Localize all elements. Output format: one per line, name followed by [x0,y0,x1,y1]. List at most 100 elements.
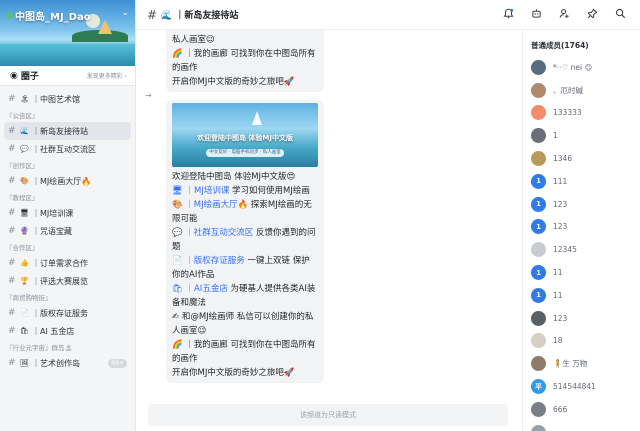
circle-icon: ◉ [10,70,18,81]
banner-boat [98,20,112,34]
channel-item[interactable]: # 🖼 ｜艺术创作岛 99+ [0,354,135,372]
message-line: 开启你MJ中文版的奇妙之旅吧🚀 [172,368,295,378]
channel-emoji-icon: 🌊 [20,127,29,135]
channel-link[interactable]: 💬 ｜社群互动交流区 [172,228,253,238]
server-name[interactable]: 中图岛_MJ_Dao [6,8,91,23]
channel-header: # 🌊 ｜新岛友接待站 [137,0,640,30]
member-item[interactable]: *··♡ nei 😊 [523,56,640,79]
channel-item[interactable]: # 💬 ｜社群互动交流区 [0,140,135,158]
channel-label: ｜AI 五金店 [32,326,75,336]
member-item[interactable]: 666 [523,398,640,421]
channel-item[interactable]: # 🏝 ｜中图艺术馆 [0,90,135,108]
member-name: 1346 [553,154,573,164]
channel-category[interactable]: 『创作区』 [0,158,135,172]
channel-item[interactable]: # 🖥 ｜MJ培训课 [0,204,135,222]
member-item[interactable]: 1 11 [523,284,640,307]
welcome-message-bubble[interactable]: 欢迎登陆中图岛 体验MJ中文版 中文友好 · 电脑手机同步 · 私人画室 欢迎登… [166,100,324,383]
channel-link[interactable]: 🖥 ｜MJ培训课 [172,186,229,196]
member-item[interactable]: 1 123 [523,193,640,216]
channel-category[interactable]: 『公告区』 [0,108,135,122]
message-area[interactable]: → 私人画室😉 🌈 ｜我的画廊 可找到你在中图岛所有的画作 开启你MJ中文版的奇… [137,30,522,431]
channel-item[interactable]: # 🔮 ｜咒语宝藏 [0,222,135,240]
member-name: 11 [553,290,563,300]
circle-label: ◉ 圈子 [10,69,39,83]
channel-item[interactable]: # 🎨 ｜MJ绘画大厅🔥 [0,172,135,190]
avatar [531,242,546,258]
server-sidebar: 中图岛_MJ_Dao ⌄ ◉ 圈子 发现更多精彩 › # 🏝 ｜中图艺术馆 『公告区』… [0,0,136,431]
channel-emoji-icon: 👍 [20,259,29,267]
channel-item[interactable]: # 👍 ｜订单需求合作 [0,254,135,272]
banner-sea [0,44,135,66]
channel-link[interactable]: 🛍 ｜AI五金店 [172,284,228,294]
member-item[interactable]: 1 11 [523,261,640,284]
member-name: *··♡ nei 😊 [553,62,593,72]
member-item[interactable]: 、厄时碱 [523,79,640,102]
avatar [531,356,546,372]
member-item[interactable]: 12345 [523,238,640,261]
member-name: 1 [553,131,558,141]
avatar [531,401,546,417]
channel-link[interactable]: 🎨 ｜MJ绘画大厅🔥 [172,200,248,210]
member-name: 18 [553,336,563,346]
avatar: 1 [531,287,546,303]
chevron-down-icon[interactable]: ⌄ [121,8,129,18]
channel-link[interactable]: 📄 ｜版权存证服务 [172,256,245,266]
hash-icon: # [8,226,16,236]
avatar: 1 [531,173,546,189]
member-item[interactable]: 1346 [523,147,640,170]
welcome-poster-image[interactable]: 欢迎登陆中图岛 体验MJ中文版 中文友好 · 电脑手机同步 · 私人画室 [172,103,318,167]
server-banner[interactable]: 中图岛_MJ_Dao ⌄ [0,0,135,66]
channel-category[interactable]: 『行业元宇宙』群岛🏝 [0,340,135,354]
member-list: *··♡ nei 😊 、厄时碱 133333 1 1346 1 111 1 123 1 123 123… [523,56,640,431]
member-item[interactable]: 1 111 [523,170,640,193]
circle-row[interactable]: ◉ 圈子 发现更多精彩 › [0,66,135,86]
channel-emoji-icon: 📄 [20,309,29,317]
bot-icon[interactable] [530,7,542,19]
message-bubble[interactable]: 私人画室😉 🌈 ｜我的画廊 可找到你在中图岛所有的画作 开启你MJ中文版的奇妙之… [166,30,324,92]
channel-item[interactable]: # 📄 ｜版权存证服务 [0,304,135,322]
avatar: 平 [531,379,546,395]
poster-sail [252,111,262,125]
member-name: 11 [553,268,563,278]
hash-icon: # [8,94,16,104]
channel-item[interactable]: # 🏆 ｜评选大赛展览 [0,272,135,290]
channel-item[interactable]: # 🛍 ｜AI 五金店 [0,322,135,340]
message-line: 🛍 ｜AI五金店 为硬基人提供各类AI装备和魔法 [172,282,318,310]
forward-arrow-icon[interactable]: → [145,91,152,100]
member-item[interactable]: 🧍生 万物 [523,352,640,375]
member-item[interactable]: 平 514544841 [523,375,640,398]
add-member-icon[interactable] [558,7,570,19]
bell-icon[interactable] [502,7,514,19]
message-line: 📄 ｜版权存证服务 一键上双链 保护你的AI作品 [172,254,318,282]
message-line: 🖥 ｜MJ培训课 学习如何使用MJ绘画 [172,184,318,198]
channel-category[interactable]: 『合作区』 [0,240,135,254]
message-line: ✍ 和@MJ绘画师 私信可以创建你的私人画室😉 [172,312,314,336]
channel-label: ｜版权存证服务 [32,308,88,318]
channel-category[interactable]: 『教程区』 [0,190,135,204]
circle-label-text: 圈子 [20,72,39,82]
message-line: 私人画室😉 [172,35,215,45]
member-name: 111 [553,176,568,186]
hash-icon: # [8,358,16,368]
avatar: 1 [531,219,546,235]
hash-icon: # [8,276,16,286]
hash-icon: # [8,176,16,186]
discover-more-link[interactable]: 发现更多精彩 › [87,71,127,80]
member-item[interactable]: 18 [523,330,640,353]
channel-item[interactable]: # 🌊 ｜新岛友接待站 [4,122,131,140]
member-item[interactable]: 1 123 [523,216,640,239]
member-name: 133333 [553,108,582,118]
channel-label: ｜社群互动交流区 [32,144,96,154]
member-item[interactable]: 133333 [523,102,640,125]
channel-label: ｜评选大赛展览 [32,276,88,286]
pin-icon[interactable] [586,7,598,19]
member-name: 12345 [553,245,577,255]
channel-emoji-icon: 🖼 [20,359,29,367]
member-item[interactable]: 123 [523,307,640,330]
channel-title: 🌊 ｜新岛友接待站 [161,11,239,21]
member-item[interactable] [523,421,640,431]
channel-category[interactable]: 『商贸购物街』 [0,290,135,304]
search-icon[interactable] [614,7,626,19]
member-name: 514544841 [553,382,596,392]
member-item[interactable]: 1 [523,124,640,147]
